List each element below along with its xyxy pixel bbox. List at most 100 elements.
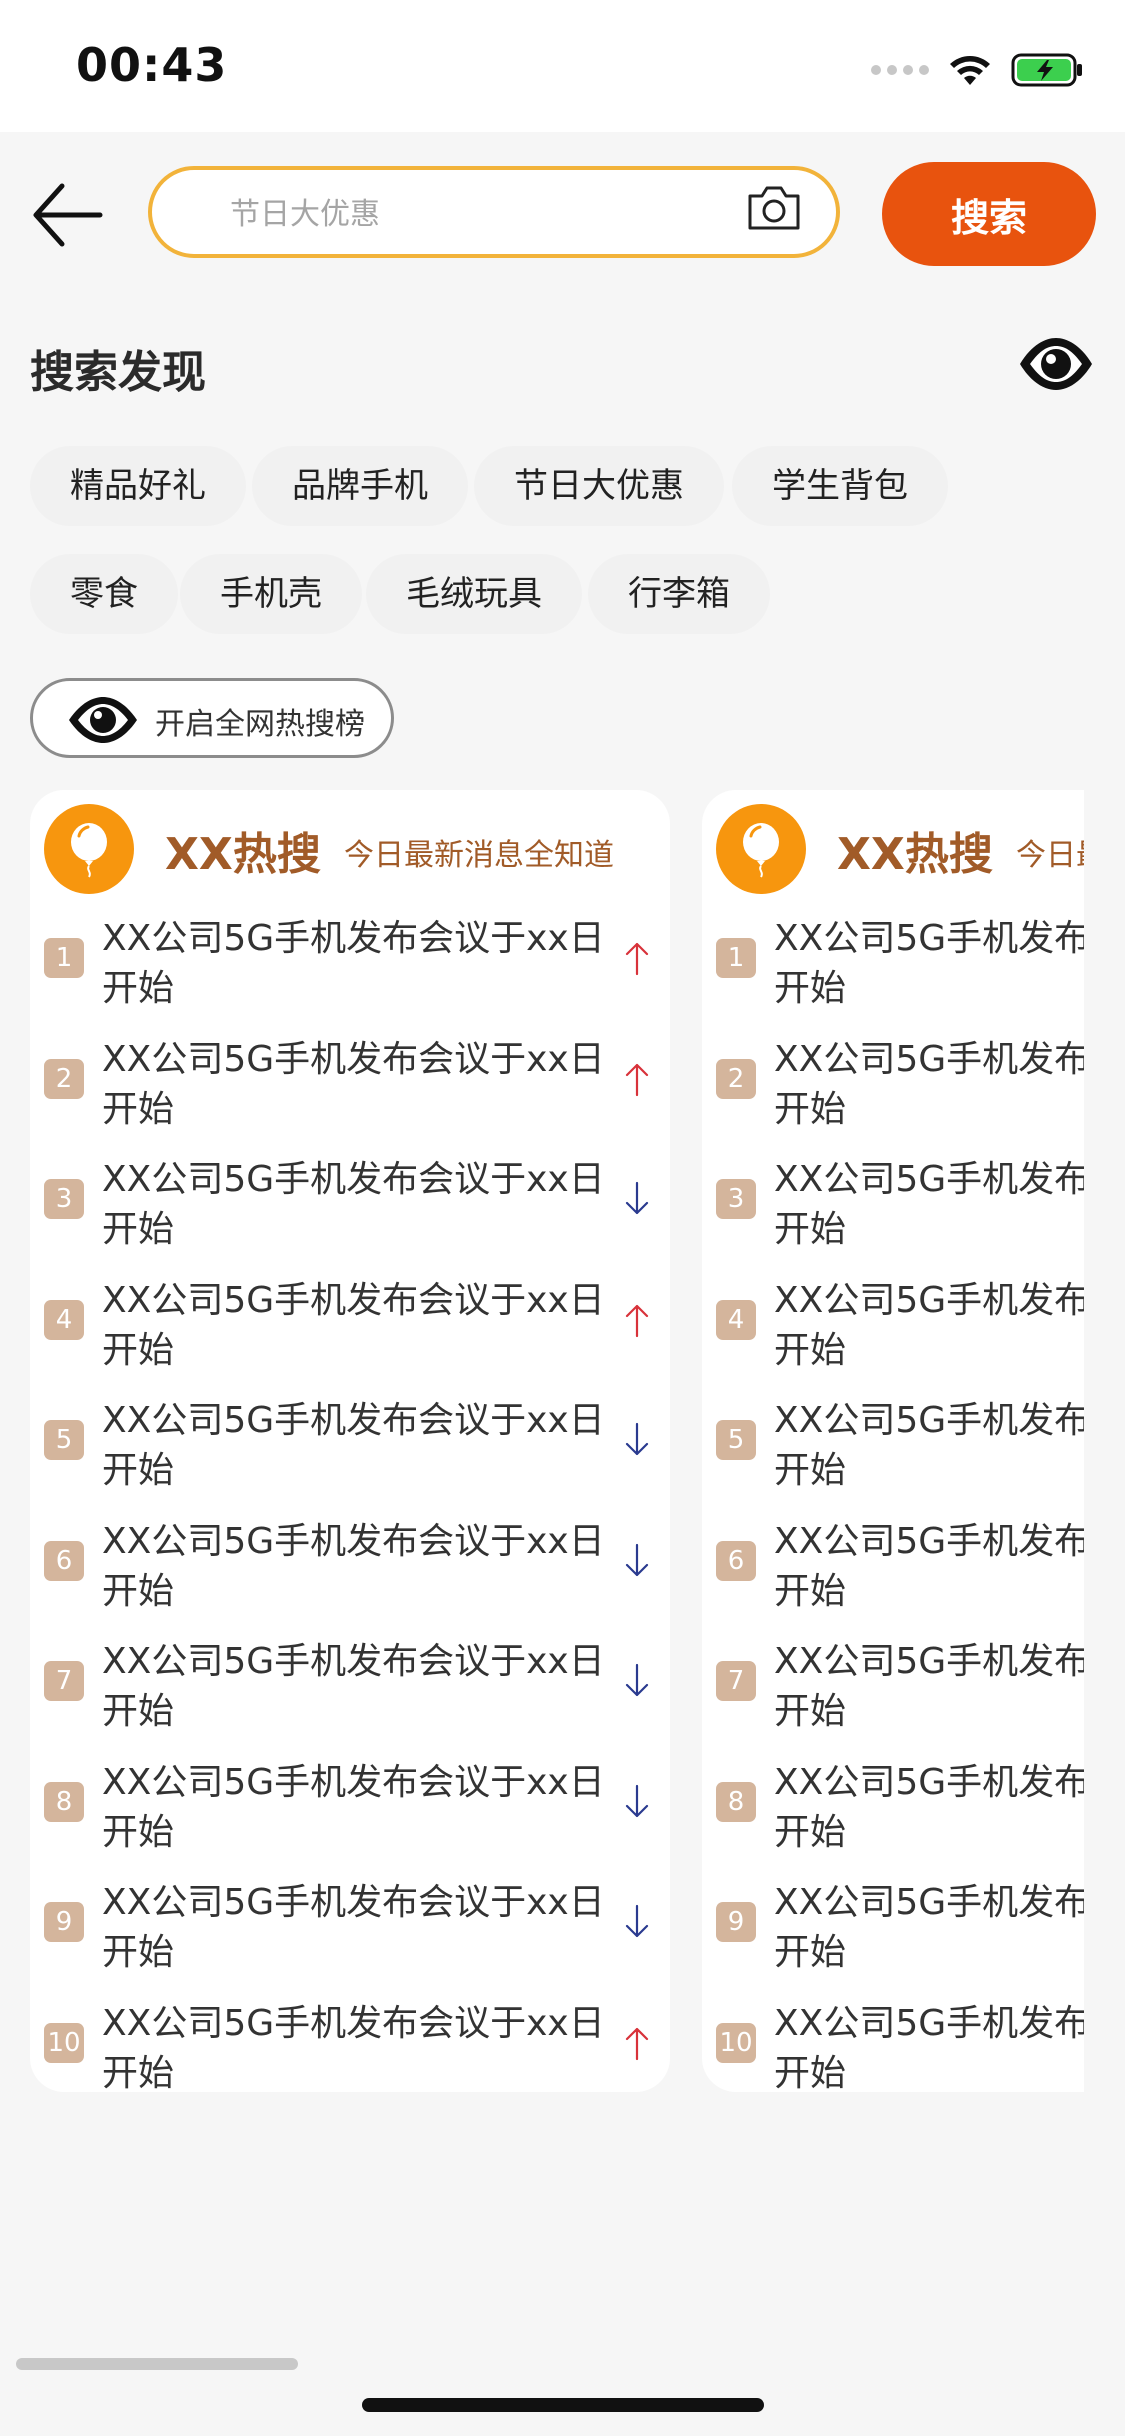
wifi-icon [950, 56, 990, 85]
rank-title-line1: XX公司5G手机发布会议于xx日 [774, 1520, 1084, 1562]
rank-list-item[interactable]: 1 XX公司5G手机发布会议于xx日开始 [30, 914, 670, 1034]
card-subtitle: 今日最新消息全知道 [344, 838, 614, 873]
rank-title: XX公司5G手机发布会议于xx日开始 [102, 1035, 632, 1135]
rank-title-line2: 开始 [774, 1932, 847, 1973]
rank-title-line2: 开始 [774, 1329, 847, 1371]
search-box[interactable] [148, 166, 840, 258]
rank-title: XX公司5G手机发布会议于xx日开始 [102, 1155, 632, 1255]
rank-title: XX公司5G手机发布会议于xx日开始 [102, 1276, 632, 1376]
arrow-up-icon [625, 1063, 649, 1096]
rank-title-line1: XX公司5G手机发布会议于xx日 [102, 1159, 605, 1200]
discover-tag[interactable]: 精品好礼 [30, 446, 246, 526]
rank-title-line1: XX公司5G手机发布会议于xx日 [102, 1641, 605, 1682]
arrow-down-icon [625, 1904, 649, 1938]
arrow-up-icon [625, 942, 649, 976]
rank-title: XX公司5G手机发布会议于xx日开始 [102, 1758, 632, 1858]
rank-list-item[interactable]: 8 XX公司5G手机发布会议于xx日开始 [30, 1758, 670, 1878]
hot-search-carousel[interactable]: XX热搜 今日最新消息全知道 1 XX公司5G手机发布会议于xx日 开始 2 XX公司5G手… [30, 790, 1084, 2100]
status-icons [871, 46, 1085, 94]
rank-title: XX公司5G手机发布会议于xx日开始 [774, 1396, 1084, 1496]
rank-list-item[interactable]: 9 XX公司5G手机发布会议于xx日开始 [702, 1878, 1084, 1998]
rank-list-item[interactable]: 2 XX公司5G手机发布会议于xx日开始 [30, 1035, 670, 1155]
rank-title-line2: 开始 [102, 2052, 175, 2094]
rank-title-line2: 开始 [774, 968, 847, 1009]
rank-title-line2: 开始 [774, 1450, 847, 1491]
rank-title-line1: XX公司5G手机发布会议于xx日 [102, 1400, 605, 1441]
rank-list-item[interactable]: 4 XX公司5G手机发布会议于xx日开始 [702, 1276, 1084, 1396]
rank-title-line1: XX公司5G手机发布会议于xx日 [774, 1882, 1084, 1923]
rank-list-item[interactable]: 10 XX公司5G手机发布会议于xx日开始 [30, 1999, 670, 2101]
discover-tag[interactable]: 零食 [30, 554, 178, 634]
rank-title: XX公司5G手机发布会议于xx日开始 [774, 1758, 1084, 1858]
rank-title-line2: 开始 [102, 1088, 175, 1130]
rank-title-line1: XX公司5G手机发布会议于xx日 [102, 1038, 605, 1080]
rank-list-item[interactable]: 3 XX公司5G手机发布会议于xx日开始 [30, 1155, 670, 1275]
rank-list-item[interactable]: 7 XX公司5G手机发布会议于xx日开始 [30, 1637, 670, 1757]
rank-title: XX公司5G手机发布会议于xx日开始 [102, 1878, 632, 1978]
rank-title: XX公司5G手机发布会议于xx日开始 [774, 1035, 1084, 1135]
arrow-down-icon [625, 1663, 649, 1697]
rank-list-item[interactable]: 10 XX公司5G手机发布会议于xx日开始 [702, 1999, 1084, 2101]
rank-title-line2: 开始 [774, 1088, 847, 1130]
search-button[interactable]: 搜索 [882, 162, 1096, 266]
eye-icon[interactable] [1018, 334, 1094, 394]
rank-list-item[interactable]: 5 XX公司5G手机发布会议于xx日开始 [702, 1396, 1084, 1516]
rank-badge: 2 [44, 1058, 84, 1099]
rank-title: XX公司5G手机发布会议于xx日开始 [102, 1999, 632, 2099]
card-header: XX热搜今日最新消息全知道 [702, 790, 1084, 900]
rank-title-line2: 开始 [102, 1450, 175, 1491]
rank-title: XX公司5G手机发布会议于xx日开始 [774, 1155, 1084, 1255]
rank-title-line1: XX公司5G手机发布会议于xx日 [102, 1520, 605, 1562]
rank-badge: 6 [716, 1540, 756, 1581]
hot-search-toggle-button[interactable]: 开启全网热搜榜 [30, 678, 394, 758]
rank-title-line1: XX公司5G手机发布会议于xx日 [774, 1641, 1084, 1682]
arrow-up-icon [625, 2027, 649, 2060]
hot-search-card: XX热搜今日最新消息全知道 1 XX公司5G手机发布会议于xx日开始 2 XX公司5G手… [702, 790, 1084, 2094]
card-title: XX热搜 [165, 829, 321, 880]
rank-title: XX公司5G手机发布会议于xx日开始 [774, 1517, 1084, 1617]
balloon-icon [743, 823, 779, 878]
discover-tag[interactable]: 学生背包 [732, 446, 948, 526]
rank-list-item[interactable]: 1 XX公司5G手机发布会议于xx日开始 [702, 914, 1084, 1034]
rank-title-line1: XX公司5G手机发布会议于xx日 [774, 1761, 1084, 1803]
rank-list-item[interactable]: 6 XX公司5G手机发布会议于xx日开始 [30, 1517, 670, 1637]
rank-badge: 8 [44, 1781, 84, 1822]
discover-tag[interactable]: 毛绒玩具 [366, 554, 582, 634]
rank-badge: 6 [44, 1540, 84, 1581]
rank-title-line1: XX公司5G手机发布会议于xx日 [102, 1279, 605, 1321]
rank-title: XX公司5G手机发布会议于xx日开始 [102, 914, 632, 1014]
rank-title-line2: 开始 [102, 1932, 175, 1973]
rank-title: XX公司5G手机发布会议于xx日开始 [774, 1999, 1084, 2099]
status-time: 00:43 [76, 38, 228, 92]
discover-tag[interactable]: 行李箱 [588, 554, 770, 634]
rank-badge: 4 [716, 1299, 756, 1340]
rank-list-item[interactable]: 3 XX公司5G手机发布会议于xx日开始 [702, 1155, 1084, 1275]
camera-icon[interactable] [746, 180, 802, 236]
rank-badge: 9 [44, 1902, 84, 1942]
rank-title-line1: XX公司5G手机发布会议于xx日 [774, 918, 1084, 959]
rank-badge: 3 [716, 1179, 756, 1219]
search-input[interactable] [228, 188, 712, 240]
balloon-icon [716, 804, 806, 894]
rank-list-item[interactable]: 7 XX公司5G手机发布会议于xx日开始 [702, 1637, 1084, 1757]
rank-title-line1: XX公司5G手机发布会议于xx日 [774, 1038, 1084, 1080]
discover-tag[interactable]: 节日大优惠 [474, 446, 724, 526]
rank-list-item[interactable]: 4 XX公司5G手机发布会议于xx日开始 [30, 1276, 670, 1396]
rank-list-item[interactable]: 9 XX公司5G手机发布会议于xx日开始 [30, 1878, 670, 1998]
card-header: XX热搜今日最新消息全知道 [30, 790, 670, 900]
rank-title-line1: XX公司5G手机发布会议于xx日 [102, 2002, 605, 2044]
balloon-icon [44, 804, 134, 894]
back-arrow-icon[interactable] [30, 180, 106, 250]
rank-title-line2: 开始 [774, 1811, 847, 1853]
discover-tag[interactable]: 手机壳 [180, 554, 362, 634]
horizontal-scrollbar[interactable] [16, 2358, 298, 2370]
rank-title-line2: 开始 [774, 1209, 847, 1250]
rank-title-line2: 开始 [102, 1209, 175, 1250]
rank-list-item[interactable]: 6 XX公司5G手机发布会议于xx日开始 [702, 1517, 1084, 1637]
rank-list-item[interactable]: 2 XX公司5G手机发布会议于xx日开始 [702, 1035, 1084, 1155]
rank-badge: 4 [44, 1299, 84, 1340]
rank-badge: 1 [44, 938, 84, 978]
rank-list-item[interactable]: 5 XX公司5G手机发布会议于xx日开始 [30, 1396, 670, 1516]
discover-tag[interactable]: 品牌手机 [252, 446, 468, 526]
rank-list-item[interactable]: 8 XX公司5G手机发布会议于xx日开始 [702, 1758, 1084, 1878]
